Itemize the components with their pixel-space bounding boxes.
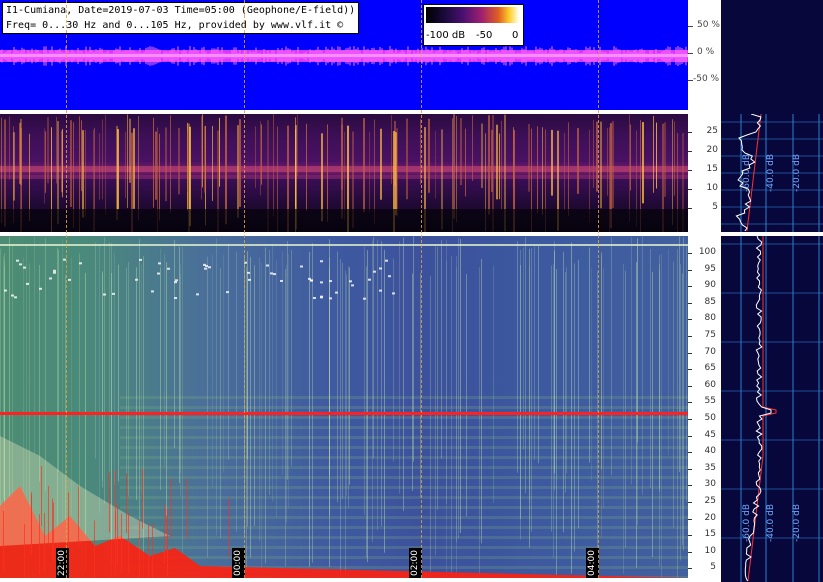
upper-spectrum-panel: -60.0 dB -40.0 dB -20.0 dB <box>721 114 823 232</box>
side-db-label: -20.0 dB <box>792 504 802 542</box>
lower-freq-tick-label: 40 <box>704 446 716 457</box>
title-box: I1-Cumiana, Date=2019-07-03 Time=05:00 (… <box>2 2 360 34</box>
upper-freq-tick-label: 10 <box>706 183 718 193</box>
lower-freq-tick-label: 65 <box>704 363 716 374</box>
scale-mid-label: -50 <box>476 30 493 41</box>
time-gridline <box>598 0 599 578</box>
lower-freq-tick-label: 10 <box>704 545 716 556</box>
lower-freq-tick-label: 5 <box>710 562 716 573</box>
time-gridline <box>66 0 67 578</box>
scale-min-label: -100 dB <box>426 30 466 41</box>
waveform-axis-label: 50 % <box>697 20 720 30</box>
lower-freq-tick-label: 90 <box>704 280 716 291</box>
time-label: 22:00 <box>56 548 69 578</box>
colour-scale-bar <box>426 7 519 23</box>
side-db-label: -40.0 dB <box>766 504 776 542</box>
upper-freq-tick-label: 5 <box>712 202 718 212</box>
waveform-axis-label: -50 % <box>693 74 720 84</box>
lower-freq-tick-label: 55 <box>704 396 716 407</box>
lower-spectrum-panel: -60.0 dB -40.0 dB -20.0 dB <box>721 236 823 582</box>
scale-max-label: 0 <box>512 30 519 41</box>
title-line: I1-Cumiana, Date=2019-07-03 Time=05:00 (… <box>6 5 356 16</box>
lower-freq-tick-label: 60 <box>704 379 716 390</box>
lower-freq-tick-label: 35 <box>704 462 716 473</box>
time-gridline <box>421 0 422 578</box>
side-db-label: -40.0 dB <box>766 154 776 192</box>
upper-freq-tick-label: 15 <box>706 164 718 174</box>
side-db-label: -20.0 dB <box>792 154 802 192</box>
lower-freq-tick-label: 25 <box>704 496 716 506</box>
lower-freq-tick-label: 20 <box>704 512 716 523</box>
lower-freq-tick-label: 80 <box>704 313 716 324</box>
lower-freq-tick-label: 85 <box>704 296 716 307</box>
subtitle-line: Freq= 0...30 Hz and 0...105 Hz, provided… <box>6 20 344 31</box>
lower-spectrogram <box>0 236 688 578</box>
colour-scale: -100 dB -50 0 <box>423 4 524 46</box>
lower-freq-tick-label: 100 <box>698 247 716 257</box>
lower-freq-tick-label: 75 <box>704 330 716 340</box>
upper-spectrogram <box>0 114 688 232</box>
lower-freq-tick-label: 95 <box>704 263 716 274</box>
side-panel-top <box>721 0 823 114</box>
lower-freq-tick-label: 50 <box>704 413 716 423</box>
lower-freq-tick-label: 15 <box>704 529 716 540</box>
side-db-label: -60.0 dB <box>742 154 752 192</box>
upper-freq-tick-label: 25 <box>706 126 718 136</box>
lower-freq-tick-label: 45 <box>704 429 716 440</box>
upper-freq-tick-label: 20 <box>706 145 718 155</box>
waveform-axis-label: 0 % <box>697 47 715 57</box>
lower-freq-tick-label: 30 <box>704 479 716 490</box>
time-gridline <box>244 0 245 578</box>
lower-freq-tick-label: 70 <box>704 346 716 357</box>
